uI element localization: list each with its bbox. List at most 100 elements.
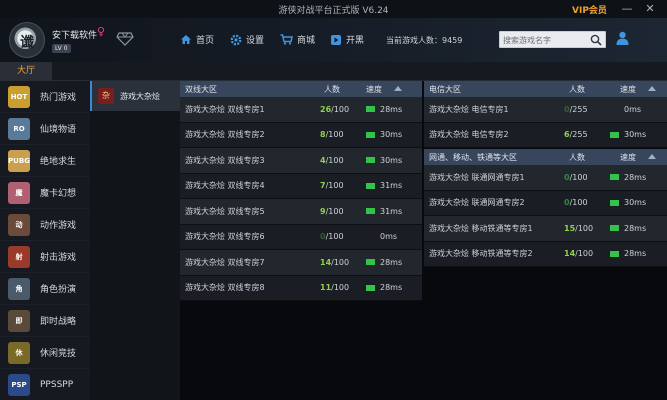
- speed-value: 28ms: [380, 283, 403, 293]
- sidebar-item[interactable]: HOT 热门游戏: [0, 81, 90, 113]
- room-players: 14/100: [564, 249, 593, 258]
- avatar[interactable]: 谶: [9, 22, 45, 58]
- players-max: /100: [331, 257, 350, 267]
- search-icon[interactable]: [590, 34, 602, 46]
- speed-header[interactable]: 速度: [620, 152, 636, 163]
- sidebar-item[interactable]: PUBG 绝地求生: [0, 145, 90, 177]
- nav-home-label: 首页: [196, 36, 215, 46]
- players-current: 11: [320, 283, 332, 293]
- room-speed: 28ms: [610, 173, 646, 182]
- sidebar-item[interactable]: 即即时战略: [0, 305, 90, 337]
- zone-title: 电信大区: [429, 84, 461, 94]
- diamond-icon[interactable]: [116, 32, 134, 46]
- sidebar: HOT 热门游戏 RO 仙境物语 PUBG 绝地求生魔魔卡幻想动动作游戏射射击游戏角角色扮…: [0, 81, 90, 400]
- room-speed: 28ms: [366, 105, 402, 114]
- username[interactable]: 安下载软件: [52, 28, 97, 41]
- speed-value: 31ms: [380, 181, 403, 191]
- nav-broadcast[interactable]: 开黑: [330, 33, 364, 46]
- players-current: 14: [320, 257, 332, 267]
- search-box: [499, 31, 606, 48]
- room-name: 游戏大杂烩 双线专房2: [185, 130, 265, 140]
- speed-value: 30ms: [380, 155, 403, 165]
- room-players: 0/100: [564, 198, 588, 207]
- sidebar-item-label: 动作游戏: [40, 221, 77, 231]
- sidebar-item[interactable]: 魔魔卡幻想: [0, 177, 90, 209]
- signal-icon: [610, 199, 619, 206]
- room-speed: 31ms: [366, 207, 402, 216]
- signal-icon: [610, 250, 619, 257]
- room-speed: 28ms: [366, 258, 402, 267]
- table-row[interactable]: 游戏大杂烩 双线专房6 0/100 0ms: [180, 224, 422, 250]
- signal-icon: [366, 284, 375, 291]
- tab-hall[interactable]: 大厅: [0, 62, 52, 81]
- rpg-icon: 角: [8, 277, 30, 300]
- table-row[interactable]: 游戏大杂烩 双线专房8 11/100 28ms: [180, 275, 422, 301]
- table-row[interactable]: 游戏大杂烩 双线专房1 26/100 28ms: [180, 97, 422, 123]
- nav-home[interactable]: 首页: [180, 33, 214, 46]
- room-speed: 31ms: [366, 181, 402, 190]
- players-header[interactable]: 人数: [324, 84, 340, 95]
- table-row[interactable]: 游戏大杂烩 双线专房3 4/100 30ms: [180, 148, 422, 174]
- table-row[interactable]: 游戏大杂烩 双线专房4 7/100 31ms: [180, 173, 422, 199]
- table-row[interactable]: 游戏大杂烩 移动铁通等专房1 15/100 28ms: [424, 216, 667, 242]
- shooter-icon: 射: [8, 245, 30, 268]
- room-name: 游戏大杂烩 联通网通专房1: [429, 172, 525, 182]
- table-row[interactable]: 游戏大杂烩 双线专房5 9/100 31ms: [180, 199, 422, 225]
- sidebar-item[interactable]: 动动作游戏: [0, 209, 90, 241]
- players-max: /100: [331, 283, 350, 293]
- table-row[interactable]: 游戏大杂烩 双线专房7 14/100 28ms: [180, 250, 422, 276]
- table-row[interactable]: 游戏大杂烩 移动铁通等专房2 14/100 28ms: [424, 241, 667, 267]
- room-speed: 30ms: [366, 156, 402, 165]
- sidebar-item[interactable]: 射射击游戏: [0, 241, 90, 273]
- room-players: 9/100: [320, 207, 344, 216]
- room-name: 游戏大杂烩 双线专房1: [185, 104, 265, 114]
- sidebar-item[interactable]: PSP PPSSPP: [0, 369, 90, 400]
- zone-title: 双线大区: [185, 84, 217, 94]
- players-header[interactable]: 人数: [569, 84, 585, 95]
- sidebar-item-label: PPSSPP: [40, 379, 74, 390]
- nav-broadcast-label: 开黑: [346, 36, 365, 46]
- sort-caret-icon[interactable]: [648, 154, 656, 159]
- speed-header[interactable]: 速度: [366, 84, 382, 95]
- user-icon[interactable]: [616, 31, 629, 45]
- online-count: 当前游戏人数：9459: [386, 36, 463, 45]
- vip-link[interactable]: VIP会员: [572, 3, 607, 16]
- close-button[interactable]: ✕: [643, 2, 657, 16]
- room-speed: 30ms: [366, 130, 402, 139]
- sidebar-item-label: 魔卡幻想: [40, 189, 77, 199]
- sub-item-game-mix[interactable]: 杂 游戏大杂烩: [90, 81, 180, 111]
- sidebar-item[interactable]: 休休闲竞技: [0, 337, 90, 369]
- sort-caret-icon[interactable]: [648, 86, 656, 91]
- sidebar-item-label: 角色扮演: [40, 285, 77, 295]
- search-input[interactable]: [503, 34, 587, 46]
- signal-icon: [366, 182, 375, 189]
- table-header: 双线大区 人数 速度: [180, 81, 422, 97]
- room-players: 0/100: [320, 232, 344, 241]
- sidebar-item[interactable]: 角角色扮演: [0, 273, 90, 305]
- sidebar-item[interactable]: RO 仙境物语: [0, 113, 90, 145]
- table-row[interactable]: 游戏大杂烩 电信专房1 0/255 0ms: [424, 97, 667, 123]
- speed-value: 30ms: [624, 130, 647, 140]
- table-row[interactable]: 游戏大杂烩 联通网通专房1 0/100 28ms: [424, 165, 667, 191]
- room-speed: 28ms: [610, 224, 646, 233]
- room-name: 游戏大杂烩 移动铁通等专房1: [429, 223, 533, 233]
- room-name: 游戏大杂烩 双线专房4: [185, 181, 265, 191]
- nav-mall[interactable]: 商城: [280, 33, 315, 46]
- room-players: 8/100: [320, 130, 344, 139]
- speed-header[interactable]: 速度: [620, 84, 636, 95]
- signal-icon: [366, 259, 375, 266]
- room-players: 15/100: [564, 224, 593, 233]
- nav-settings[interactable]: 设置: [230, 33, 264, 46]
- table-row[interactable]: 游戏大杂烩 双线专房2 8/100 30ms: [180, 122, 422, 148]
- minimize-button[interactable]: —: [620, 2, 634, 16]
- level-badge: LV 0: [52, 44, 71, 53]
- players-max: /255: [569, 104, 588, 114]
- players-header[interactable]: 人数: [569, 152, 585, 163]
- table-row[interactable]: 游戏大杂烩 电信专房2 6/255 30ms: [424, 122, 667, 148]
- table-row[interactable]: 游戏大杂烩 联通网通专房2 0/100 30ms: [424, 190, 667, 216]
- sort-caret-icon[interactable]: [394, 86, 402, 91]
- signal-icon: [610, 174, 619, 181]
- room-speed: 0ms: [610, 105, 641, 114]
- room-speed: 30ms: [610, 198, 646, 207]
- room-players: 6/255: [564, 130, 588, 139]
